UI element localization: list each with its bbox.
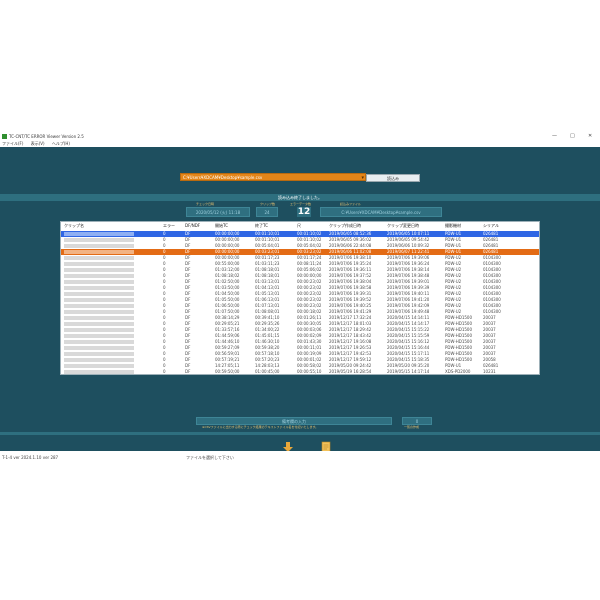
check-datetime-caption: チェック日時 <box>196 202 215 206</box>
check-datetime-value: 2020/05/12 (火) 11:18 <box>186 207 250 217</box>
close-button[interactable]: ✕ <box>588 133 592 140</box>
loaded-message: 読み込み終了しました。 <box>278 195 322 200</box>
clip-name-redacted <box>64 268 134 272</box>
window-title: TC-CNT/TC ERROR Viewer Version 2.5 <box>9 134 84 139</box>
clip-name-redacted <box>64 298 134 302</box>
col-end-tc[interactable]: 終了TC <box>255 222 268 230</box>
table-row[interactable]: 0 DF 00:59:50;00 01:00:45;00 00:00:55;10 2019… <box>61 369 539 374</box>
read-button[interactable]: 読込み <box>366 174 420 182</box>
clip-name-redacted <box>64 292 134 296</box>
file-select-dropdown[interactable]: C:¥Users¥XDCAM¥Desktop¥sample.csv ▾ <box>180 173 366 181</box>
col-start-tc[interactable]: 開始TC <box>215 222 228 230</box>
clip-name-redacted <box>64 322 134 326</box>
clip-count-value: 24 <box>256 207 278 217</box>
clip-name-redacted <box>64 334 134 338</box>
list-count-caption: 一覧の作成 <box>404 425 420 429</box>
title-bar: TC-CNT/TC ERROR Viewer Version 2.5 — □ ✕ <box>0 133 600 140</box>
menu-bar: ファイル(F) 表示(V) ヘルプ(H) <box>0 140 600 147</box>
clip-name-redacted <box>64 358 134 362</box>
cell-created: 2019/05/19 16:28:54 <box>329 369 372 374</box>
clip-name-redacted <box>64 304 134 308</box>
cell-df: DF <box>185 369 191 374</box>
clip-name-redacted <box>64 238 134 242</box>
status-left: T-1-4 ver 2024.1.10 ver 287 <box>2 455 59 460</box>
clip-table[interactable]: クリップ名 エラー DF/NDF 開始TC 終了TC 尺 クリップ作成日時 クリ… <box>60 221 540 375</box>
clip-name-redacted <box>64 370 134 374</box>
menu-help[interactable]: ヘルプ(H) <box>52 141 70 146</box>
clip-name-redacted <box>64 280 134 284</box>
menu-file[interactable]: ファイル(F) <box>2 141 23 146</box>
col-created[interactable]: クリップ作成日時 <box>329 222 361 230</box>
read-file-value: C:¥Users¥XDCAM¥Desktop¥sample.csv <box>320 207 442 217</box>
file-select-value: C:¥Users¥XDCAM¥Desktop¥sample.csv <box>183 175 263 180</box>
status-bar: T-1-4 ver 2024.1.10 ver 287 ファイルを選択して下さい <box>0 451 600 464</box>
chevron-down-icon[interactable]: ▾ <box>361 174 364 182</box>
cell-start: 00:59:50;00 <box>215 369 240 374</box>
maximize-button[interactable]: □ <box>570 133 575 140</box>
clip-name-redacted <box>64 310 134 314</box>
col-modified[interactable]: クリップ変更日時 <box>387 222 419 230</box>
clip-name-redacted <box>64 346 134 350</box>
read-file-caption: 読込みファイル <box>340 202 362 206</box>
menu-view[interactable]: 表示(V) <box>31 141 45 146</box>
col-clip-name[interactable]: クリップ名 <box>64 222 84 230</box>
clip-name-redacted <box>64 352 134 356</box>
col-df-ndf[interactable]: DF/NDF <box>185 222 200 230</box>
clip-name-redacted <box>64 232 134 236</box>
col-serial[interactable]: シリアル <box>483 222 499 230</box>
clip-name-redacted <box>64 328 134 332</box>
clip-name-redacted <box>64 262 134 266</box>
clip-name-redacted <box>64 274 134 278</box>
cell-serial: 10231 <box>483 369 496 374</box>
minimize-button[interactable]: — <box>552 133 557 140</box>
cell-modified: 2019/05/15 14:17:14 <box>387 369 430 374</box>
error-count-caption: エラーデータ数 <box>290 202 312 206</box>
app-logo-icon <box>2 134 7 139</box>
col-device[interactable]: 撮影機材 <box>445 222 461 230</box>
clip-count-caption: クリップ数 <box>260 202 276 206</box>
clip-name-redacted <box>64 244 134 248</box>
cell-error: 0 <box>163 369 166 374</box>
clip-name-redacted <box>64 364 134 368</box>
table-header: クリップ名 エラー DF/NDF 開始TC 終了TC 尺 クリップ作成日時 クリ… <box>61 222 539 230</box>
clip-name-redacted <box>64 340 134 344</box>
clip-name-redacted <box>64 250 134 254</box>
col-duration[interactable]: 尺 <box>297 222 301 230</box>
remarks-caption: ※CSVファイルに出力する際にチェック結果のテキストファイル名を付記いたします。 <box>202 425 319 429</box>
list-count-field[interactable]: 0 <box>402 417 432 425</box>
app-window: TC-CNT/TC ERROR Viewer Version 2.5 — □ ✕… <box>0 133 600 464</box>
clip-name-redacted <box>64 316 134 320</box>
main-panel: C:¥Users¥XDCAM¥Desktop¥sample.csv ▾ 読込み … <box>0 147 600 453</box>
error-count-value: 12 <box>297 207 311 217</box>
clip-name-redacted <box>64 256 134 260</box>
remarks-field[interactable]: 備考欄の入力 <box>196 417 392 425</box>
clip-name-redacted <box>64 286 134 290</box>
cell-end: 01:00:45;00 <box>255 369 280 374</box>
status-middle: ファイルを選択して下さい <box>186 455 234 460</box>
col-error[interactable]: エラー <box>163 222 175 230</box>
bottom-band <box>0 432 600 435</box>
cell-device: XDS-PD2000 <box>445 369 471 374</box>
cell-dur: 00:00:55;10 <box>297 369 322 374</box>
